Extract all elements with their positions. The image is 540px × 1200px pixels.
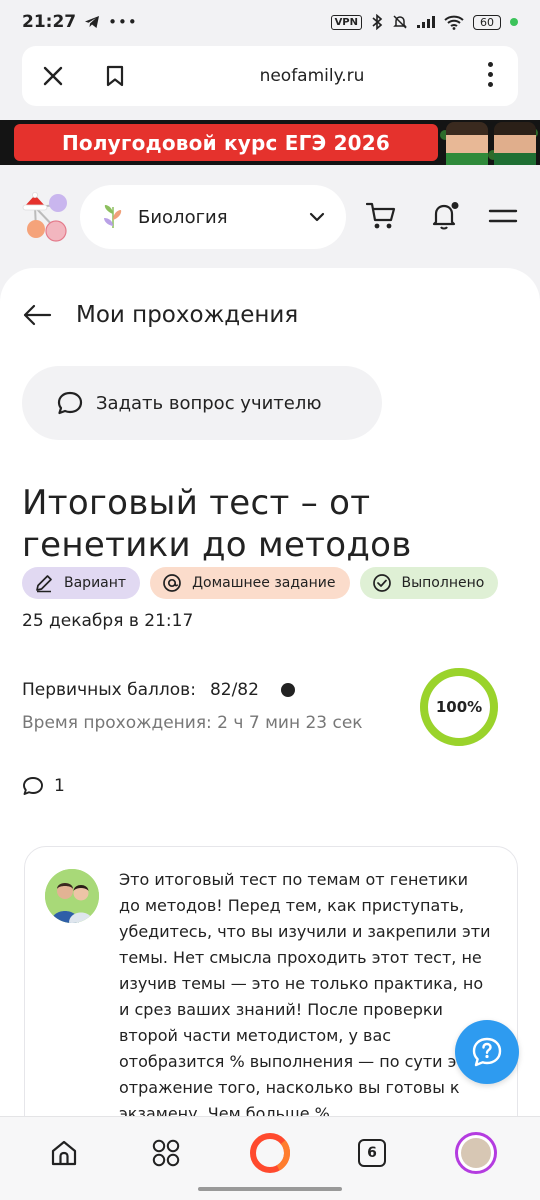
url-text[interactable]: neofamily.ru: [146, 66, 518, 86]
back-title: Мои прохождения: [76, 302, 299, 328]
chat-bubble-icon: [57, 391, 83, 415]
profile-avatar: [455, 1132, 497, 1174]
check-circle-icon: [372, 574, 391, 592]
primary-score-row: Первичных баллов: 82/82: [22, 680, 295, 700]
status-chips: Вариант Домашнее задание Выполнено: [22, 567, 499, 599]
progress-percent: 100%: [435, 698, 483, 716]
ask-teacher-button[interactable]: Задать вопрос учителю: [22, 366, 382, 440]
pencil-icon: [36, 575, 52, 593]
browser-address-bar: neofamily.ru: [22, 46, 518, 106]
attempt-date: 25 декабря в 21:17: [22, 611, 194, 631]
close-icon: [43, 66, 63, 86]
status-time: 21:27: [22, 12, 77, 32]
telegram-icon: [85, 16, 100, 28]
cart-button[interactable]: [364, 199, 398, 233]
site-logo[interactable]: [22, 191, 72, 243]
ask-teacher-label: Задать вопрос учителю: [96, 392, 322, 414]
banner-person-1: [446, 122, 488, 165]
banner-person-2: [494, 122, 536, 165]
site-header: Биология: [0, 165, 540, 275]
home-icon: [51, 1140, 77, 1166]
teacher-avatar: [45, 869, 99, 923]
alice-assistant-button[interactable]: [246, 1129, 294, 1177]
services-button[interactable]: [142, 1129, 190, 1177]
arrow-left-icon[interactable]: [22, 304, 52, 326]
chip-completed: Выполнено: [359, 567, 499, 599]
privacy-indicator-dot: [510, 18, 518, 26]
comments-count: 1: [54, 776, 65, 796]
score-indicator-dot: [280, 683, 295, 697]
comment-icon: [23, 777, 43, 795]
duration-text: Время прохождения: 2 ч 7 мин 23 сек: [22, 713, 363, 733]
primary-score-value: 82/82: [209, 680, 259, 700]
back-row[interactable]: Мои прохождения: [22, 302, 298, 328]
promo-banner-text: Полугодовой курс ЕГЭ 2026: [14, 124, 438, 161]
notifications-button[interactable]: [428, 199, 462, 233]
tabs-button[interactable]: 6: [348, 1129, 396, 1177]
browser-menu-button[interactable]: [488, 62, 494, 87]
hamburger-icon: [488, 209, 518, 223]
tabs-count: 6: [358, 1139, 386, 1167]
gesture-bar: [198, 1187, 342, 1191]
chip-homework: Домашнее задание: [150, 567, 350, 599]
status-bar: 21:27 ••• VPN 60: [0, 0, 540, 44]
help-button[interactable]: [455, 1020, 519, 1084]
comments-button[interactable]: 1: [22, 776, 65, 796]
profile-button[interactable]: [452, 1129, 500, 1177]
bluetooth-icon: [372, 14, 383, 30]
more-notifications-icon: •••: [108, 13, 138, 31]
signal-icon: [417, 16, 435, 28]
bell-icon: [432, 202, 459, 230]
alice-icon: [250, 1133, 290, 1173]
home-button[interactable]: [40, 1129, 88, 1177]
bookmark-icon: [106, 65, 124, 87]
help-question-icon: [472, 1037, 502, 1067]
vpn-icon: VPN: [330, 14, 362, 30]
battery-icon: 60: [473, 14, 501, 30]
description-text: Это итоговый тест по темам от генетики д…: [119, 870, 491, 1118]
main-card: Мои прохождения Задать вопрос учителю Ит…: [0, 268, 540, 1118]
subject-selector[interactable]: Биология: [80, 185, 346, 249]
mute-icon: [393, 15, 407, 29]
description-card: Это итоговый тест по темам от генетики д…: [24, 846, 518, 1118]
test-title: Итоговый тест – от генетики до методов: [22, 483, 412, 565]
menu-button[interactable]: [486, 199, 520, 233]
wifi-icon: [444, 15, 464, 30]
primary-score-label: Первичных баллов:: [22, 680, 196, 700]
at-icon: [163, 574, 181, 592]
chevron-down-icon: [309, 212, 325, 222]
chip-variant: Вариант: [22, 567, 141, 599]
bookmark-button[interactable]: [84, 46, 146, 106]
close-tab-button[interactable]: [22, 46, 84, 106]
promo-banner[interactable]: Полугодовой курс ЕГЭ 2026: [0, 120, 540, 165]
subject-label: Биология: [138, 206, 228, 228]
biology-leaf-icon: [104, 205, 122, 229]
grid-icon: [152, 1139, 180, 1167]
cart-icon: [366, 202, 396, 229]
